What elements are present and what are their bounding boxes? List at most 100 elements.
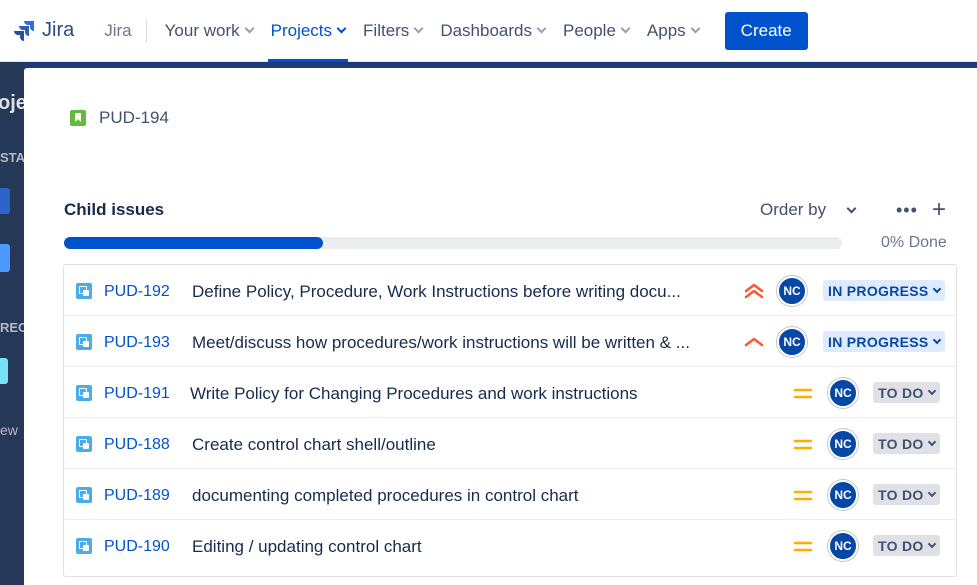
nav-item-projects[interactable]: Projects — [267, 0, 349, 62]
chevron-down-icon — [932, 335, 941, 344]
project-avatar-icon — [0, 358, 8, 384]
nav-item-label: People — [562, 20, 616, 40]
child-issue-summary[interactable]: Meet/discuss how procedures/work instruc… — [192, 333, 720, 353]
assignee-avatar[interactable]: NC — [828, 480, 858, 510]
priority-highest-icon — [743, 281, 765, 301]
assignee-avatar[interactable]: NC — [828, 378, 858, 408]
logo-text: Jira — [42, 19, 75, 41]
child-issue-row[interactable]: PUD-193 Meet/discuss how procedures/work … — [64, 316, 956, 367]
order-by-label: Order by — [760, 200, 827, 219]
project-avatar-icon — [0, 188, 10, 214]
order-by-button[interactable]: Order by — [760, 200, 857, 220]
status-label: TO DO — [878, 537, 924, 554]
breadcrumb: PUD-194 — [70, 108, 169, 128]
issue-modal: PUD-194 Child issues Order by ••• + 0% D… — [24, 68, 977, 585]
status-dropdown[interactable]: IN PROGRESS — [823, 331, 945, 352]
jira-logo[interactable]: Jira — [14, 19, 74, 42]
status-label: TO DO — [878, 384, 924, 401]
child-issue-summary[interactable]: Create control chart shell/outline — [192, 435, 752, 455]
child-issue-summary[interactable]: Editing / updating control chart — [192, 537, 752, 557]
nav-item-apps[interactable]: Apps — [646, 0, 701, 62]
child-issue-summary[interactable]: Define Policy, Procedure, Work Instructi… — [192, 282, 720, 302]
chevron-down-icon — [244, 23, 255, 34]
child-issue-row[interactable]: PUD-189 documenting completed procedures … — [64, 469, 956, 520]
assignee-avatar[interactable]: NC — [777, 327, 807, 357]
top-navigation: Jira Jira Your work Projects Filters Dashbo… — [0, 0, 977, 62]
chevron-down-icon — [927, 437, 936, 446]
chevron-down-icon — [620, 23, 631, 34]
nav-item-label: Your work — [164, 20, 240, 40]
priority-medium-icon — [792, 434, 814, 454]
status-label: IN PROGRESS — [828, 333, 929, 350]
nav-item-filters[interactable]: Filters — [363, 0, 424, 62]
child-issue-key[interactable]: PUD-190 — [104, 538, 170, 556]
status-dropdown[interactable]: TO DO — [873, 535, 940, 556]
subtask-icon — [76, 487, 92, 503]
nav-item-dashboards[interactable]: Dashboards — [440, 0, 547, 62]
child-issue-key[interactable]: PUD-191 — [104, 385, 170, 403]
subtask-icon — [76, 283, 92, 299]
nav-item-label: Projects — [270, 20, 333, 40]
child-issues-list: PUD-192 Define Policy, Procedure, Work In… — [63, 264, 957, 577]
priority-medium-icon — [792, 536, 814, 556]
more-icon[interactable]: ••• — [896, 200, 918, 221]
status-label: TO DO — [878, 486, 924, 503]
subtask-icon — [76, 385, 92, 401]
child-issue-row[interactable]: PUD-191 Write Policy for Changing Procedu… — [64, 367, 956, 418]
child-issue-key[interactable]: PUD-192 — [104, 283, 170, 301]
status-label: TO DO — [878, 435, 924, 452]
nav-item-label: Filters — [363, 20, 410, 40]
done-percentage: 0% Done — [881, 234, 947, 251]
create-button[interactable]: Create — [724, 11, 808, 50]
nav-item-people[interactable]: People — [562, 0, 631, 62]
plus-icon[interactable]: + — [932, 196, 946, 224]
priority-medium-icon — [792, 383, 814, 403]
child-issue-summary[interactable]: documenting completed procedures in cont… — [192, 486, 752, 506]
child-issue-row[interactable]: PUD-188 Create control chart shell/outlin… — [64, 418, 956, 469]
nav-item-your-work[interactable]: Your work — [164, 0, 255, 62]
progress-fill — [64, 237, 324, 249]
sidebar-fragment-view: ew — [0, 422, 18, 438]
jira-logo-icon — [14, 20, 34, 41]
assignee-avatar[interactable]: NC — [828, 429, 858, 459]
product-name[interactable]: Jira — [104, 21, 131, 41]
status-dropdown[interactable]: IN PROGRESS — [823, 280, 945, 301]
child-issue-key[interactable]: PUD-193 — [104, 334, 170, 352]
issue-key-link[interactable]: PUD-194 — [99, 108, 169, 128]
chevron-down-icon — [927, 539, 936, 548]
chevron-down-icon — [536, 23, 547, 34]
subtask-icon — [76, 436, 92, 452]
sidebar-fragment-starred: STA — [0, 150, 24, 165]
assignee-avatar[interactable]: NC — [828, 531, 858, 561]
child-issue-row[interactable]: PUD-192 Define Policy, Procedure, Work In… — [64, 265, 956, 316]
chevron-down-icon — [336, 23, 347, 34]
status-dropdown[interactable]: TO DO — [873, 484, 940, 505]
subtask-icon — [76, 538, 92, 554]
nav-item-label: Apps — [646, 20, 686, 40]
status-dropdown[interactable]: TO DO — [873, 433, 940, 454]
chevron-down-icon — [846, 203, 857, 213]
sidebar-fragment-recent: REC — [0, 320, 24, 335]
sidebar-fragment-title: oje — [0, 92, 24, 114]
chevron-down-icon — [690, 23, 701, 34]
chevron-down-icon — [927, 386, 936, 395]
child-issue-row[interactable]: PUD-190 Editing / updating control chart N… — [64, 520, 956, 571]
chevron-down-icon — [932, 284, 941, 293]
child-issue-summary[interactable]: Write Policy for Changing Procedures and… — [190, 384, 750, 404]
story-icon — [70, 110, 86, 126]
child-issue-key[interactable]: PUD-189 — [104, 487, 170, 505]
subtask-icon — [76, 334, 92, 350]
priority-medium-icon — [792, 485, 814, 505]
assignee-avatar[interactable]: NC — [777, 276, 807, 306]
chevron-down-icon — [413, 23, 424, 34]
progress-bar — [64, 237, 842, 249]
chevron-down-icon — [927, 488, 936, 497]
priority-high-icon — [743, 332, 765, 352]
status-label: IN PROGRESS — [828, 282, 929, 299]
nav-item-label: Dashboards — [440, 20, 532, 40]
status-dropdown[interactable]: TO DO — [873, 382, 940, 403]
project-avatar-icon — [0, 244, 10, 272]
child-issue-key[interactable]: PUD-188 — [104, 436, 170, 454]
background-sidebar: oje STA REC ew — [0, 62, 24, 585]
child-issues-heading: Child issues — [64, 200, 165, 219]
